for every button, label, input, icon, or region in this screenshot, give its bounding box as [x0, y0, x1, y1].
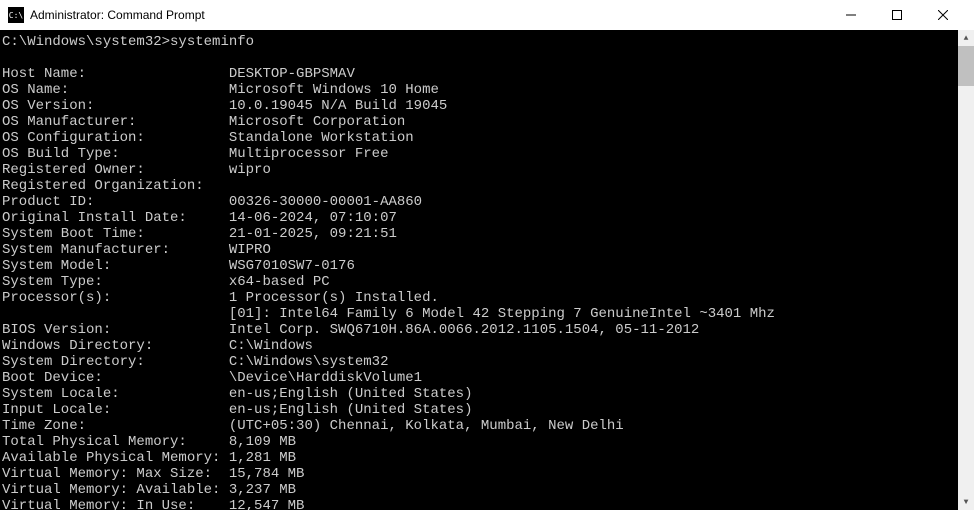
output-row: Processor(s): 1 Processor(s) Installed. — [2, 290, 972, 306]
output-label: System Locale: — [2, 386, 229, 402]
output-label: OS Name: — [2, 82, 229, 98]
output-row: System Boot Time: 21-01-2025, 09:21:51 — [2, 226, 972, 242]
output-row: Windows Directory: C:\Windows — [2, 338, 972, 354]
output-row: OS Name: Microsoft Windows 10 Home — [2, 82, 972, 98]
output-value: en-us;English (United States) — [229, 386, 473, 402]
output-value: 1,281 MB — [229, 450, 296, 466]
cmd-icon: C:\ — [8, 7, 24, 23]
output-value: C:\Windows — [229, 338, 313, 354]
output-label: Original Install Date: — [2, 210, 229, 226]
output-label: Product ID: — [2, 194, 229, 210]
output-value: 21-01-2025, 09:21:51 — [229, 226, 397, 242]
output-label: System Manufacturer: — [2, 242, 229, 258]
output-row: System Directory: C:\Windows\system32 — [2, 354, 972, 370]
command-prompt-line: C:\Windows\system32>systeminfo — [2, 34, 972, 50]
output-row: [01]: Intel64 Family 6 Model 42 Stepping… — [2, 306, 972, 322]
output-row: Total Physical Memory: 8,109 MB — [2, 434, 972, 450]
minimize-button[interactable] — [828, 0, 874, 30]
output-label: OS Configuration: — [2, 130, 229, 146]
output-label: System Directory: — [2, 354, 229, 370]
output-value: 8,109 MB — [229, 434, 296, 450]
output-value: 15,784 MB — [229, 466, 305, 482]
output-row: System Locale: en-us;English (United Sta… — [2, 386, 972, 402]
output-value: Microsoft Windows 10 Home — [229, 82, 439, 98]
output-value: C:\Windows\system32 — [229, 354, 389, 370]
output-row: System Model: WSG7010SW7-0176 — [2, 258, 972, 274]
output-row: Virtual Memory: Max Size: 15,784 MB — [2, 466, 972, 482]
output-row: Registered Organization: — [2, 178, 972, 194]
output-label: Available Physical Memory: — [2, 450, 229, 466]
output-row: OS Configuration: Standalone Workstation — [2, 130, 972, 146]
output-value: DESKTOP-GBPSMAV — [229, 66, 355, 82]
output-row: System Manufacturer: WIPRO — [2, 242, 972, 258]
output-value: 10.0.19045 N/A Build 19045 — [229, 98, 447, 114]
close-button[interactable] — [920, 0, 966, 30]
output-value: (UTC+05:30) Chennai, Kolkata, Mumbai, Ne… — [229, 418, 624, 434]
output-value: \Device\HarddiskVolume1 — [229, 370, 422, 386]
output-label: Virtual Memory: In Use: — [2, 498, 229, 510]
output-row: OS Manufacturer: Microsoft Corporation — [2, 114, 972, 130]
window-title: Administrator: Command Prompt — [30, 8, 828, 22]
output-label: Host Name: — [2, 66, 229, 82]
output-label: Input Locale: — [2, 402, 229, 418]
output-row: Virtual Memory: Available: 3,237 MB — [2, 482, 972, 498]
output-label: OS Build Type: — [2, 146, 229, 162]
output-row: Original Install Date: 14-06-2024, 07:10… — [2, 210, 972, 226]
output-label: Time Zone: — [2, 418, 229, 434]
output-row: OS Build Type: Multiprocessor Free — [2, 146, 972, 162]
output-value: en-us;English (United States) — [229, 402, 473, 418]
output-value: Microsoft Corporation — [229, 114, 405, 130]
output-row: Time Zone: (UTC+05:30) Chennai, Kolkata,… — [2, 418, 972, 434]
output-label: Windows Directory: — [2, 338, 229, 354]
output-row: OS Version: 10.0.19045 N/A Build 19045 — [2, 98, 972, 114]
vertical-scrollbar[interactable]: ▲ ▼ — [958, 30, 974, 510]
output-value: [01]: Intel64 Family 6 Model 42 Stepping… — [229, 306, 775, 322]
output-row: Boot Device: \Device\HarddiskVolume1 — [2, 370, 972, 386]
scrollbar-down-arrow[interactable]: ▼ — [958, 494, 974, 510]
output-value: 12,547 MB — [229, 498, 305, 510]
output-label: Boot Device: — [2, 370, 229, 386]
scrollbar-thumb[interactable] — [958, 46, 974, 86]
output-row: Host Name: DESKTOP-GBPSMAV — [2, 66, 972, 82]
output-label: Registered Owner: — [2, 162, 229, 178]
blank-line — [2, 50, 972, 66]
output-label: System Boot Time: — [2, 226, 229, 242]
command-text: systeminfo — [170, 34, 254, 50]
output-label: System Type: — [2, 274, 229, 290]
output-value: wipro — [229, 162, 271, 178]
output-value: 1 Processor(s) Installed. — [229, 290, 439, 306]
output-label: Virtual Memory: Max Size: — [2, 466, 229, 482]
output-row: Virtual Memory: In Use: 12,547 MB — [2, 498, 972, 510]
output-row: Product ID: 00326-30000-00001-AA860 — [2, 194, 972, 210]
maximize-button[interactable] — [874, 0, 920, 30]
output-value: 14-06-2024, 07:10:07 — [229, 210, 397, 226]
output-row: Registered Owner: wipro — [2, 162, 972, 178]
output-value: Intel Corp. SWQ6710H.86A.0066.2012.1105.… — [229, 322, 699, 338]
output-value: 3,237 MB — [229, 482, 296, 498]
scrollbar-up-arrow[interactable]: ▲ — [958, 30, 974, 46]
output-label: Virtual Memory: Available: — [2, 482, 229, 498]
output-label: OS Version: — [2, 98, 229, 114]
output-value: WSG7010SW7-0176 — [229, 258, 355, 274]
output-row: BIOS Version: Intel Corp. SWQ6710H.86A.0… — [2, 322, 972, 338]
output-label: Total Physical Memory: — [2, 434, 229, 450]
output-label: System Model: — [2, 258, 229, 274]
terminal-output[interactable]: C:\Windows\system32>systeminfo Host Name… — [0, 30, 974, 510]
prompt-path: C:\Windows\system32> — [2, 34, 170, 50]
output-value: x64-based PC — [229, 274, 330, 290]
output-row: Available Physical Memory: 1,281 MB — [2, 450, 972, 466]
output-label: OS Manufacturer: — [2, 114, 229, 130]
window-controls — [828, 0, 966, 30]
output-row: System Type: x64-based PC — [2, 274, 972, 290]
output-value: Standalone Workstation — [229, 130, 414, 146]
output-row: Input Locale: en-us;English (United Stat… — [2, 402, 972, 418]
output-value: 00326-30000-00001-AA860 — [229, 194, 422, 210]
output-label: Processor(s): — [2, 290, 229, 306]
output-label: BIOS Version: — [2, 322, 229, 338]
window-titlebar: C:\ Administrator: Command Prompt — [0, 0, 974, 30]
output-label: Registered Organization: — [2, 178, 229, 194]
output-label — [2, 306, 229, 322]
output-value: WIPRO — [229, 242, 271, 258]
output-value: Multiprocessor Free — [229, 146, 389, 162]
